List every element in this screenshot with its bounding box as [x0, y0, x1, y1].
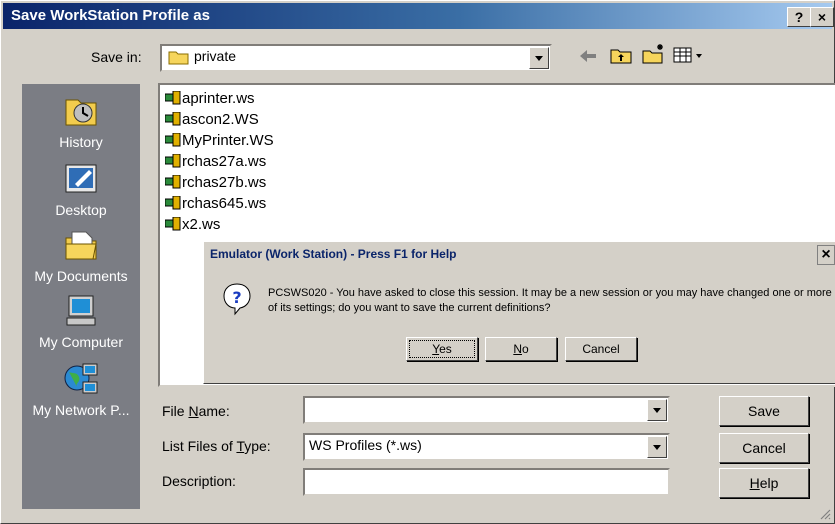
file-item[interactable]: rchas27a.ws: [164, 152, 266, 172]
dialog-message: PCSWS020 - You have asked to close this …: [268, 287, 832, 314]
view-menu-icon[interactable]: [673, 47, 707, 63]
save-button[interactable]: Save: [719, 396, 809, 426]
history-icon: [65, 99, 97, 126]
window-title: Save WorkStation Profile as: [11, 7, 210, 24]
file-item[interactable]: MyPrinter.WS: [164, 131, 274, 151]
question-icon: ?: [223, 283, 251, 316]
resize-grip-icon[interactable]: [819, 508, 831, 520]
description-field[interactable]: [303, 468, 670, 496]
ws-file-icon: [164, 111, 181, 126]
place-my-computer[interactable]: My Computer: [22, 294, 140, 350]
file-item[interactable]: aprinter.ws: [164, 89, 255, 109]
save-in-dropdown-button[interactable]: [529, 47, 549, 69]
save-profile-window: Save WorkStation Profile as ? × Save in:…: [0, 0, 835, 524]
title-bar: Save WorkStation Profile as ? ×: [3, 3, 834, 29]
dialog-title: Emulator (Work Station) - Press F1 for H…: [210, 247, 457, 261]
ws-file-icon: [164, 216, 181, 231]
my-network-places-icon: [64, 363, 98, 394]
dialog-close-button[interactable]: ×: [817, 245, 835, 265]
new-folder-icon[interactable]: [642, 44, 666, 64]
my-computer-icon: [66, 295, 96, 326]
place-label: My Documents: [34, 268, 128, 284]
back-icon[interactable]: [578, 48, 598, 64]
help-button[interactable]: Help: [719, 468, 809, 498]
dialog-yes-button[interactable]: Yes: [406, 337, 478, 361]
place-my-network[interactable]: My Network P...: [22, 362, 140, 418]
svg-text:?: ?: [232, 288, 241, 307]
desktop-icon: [65, 164, 97, 193]
place-label: My Network P...: [32, 402, 130, 418]
file-type-label: List Files of Type:: [162, 438, 271, 454]
ws-file-icon: [164, 174, 181, 189]
my-documents-icon: [65, 231, 97, 260]
file-type-value: WS Profiles (*.ws): [309, 437, 422, 453]
file-type-combo[interactable]: WS Profiles (*.ws): [303, 433, 670, 461]
place-label: History: [59, 134, 103, 150]
place-my-documents[interactable]: My Documents: [22, 228, 140, 284]
ws-file-icon: [164, 153, 181, 168]
help-title-button[interactable]: ?: [787, 7, 811, 27]
places-bar: History Desktop My Documents My Computer…: [22, 84, 140, 509]
file-name-combo[interactable]: [303, 396, 670, 424]
close-title-button[interactable]: ×: [810, 7, 834, 27]
dialog-title-bar: Emulator (Work Station) - Press F1 for H…: [206, 244, 835, 266]
dialog-no-button[interactable]: No: [485, 337, 557, 361]
save-in-label: Save in:: [91, 49, 142, 65]
file-item[interactable]: rchas645.ws: [164, 194, 266, 214]
ws-file-icon: [164, 132, 181, 147]
cancel-button[interactable]: Cancel: [719, 433, 809, 463]
save-in-combo[interactable]: private: [160, 44, 552, 72]
ws-file-icon: [164, 195, 181, 210]
save-in-value: private: [194, 48, 237, 64]
file-item[interactable]: ascon2.WS: [164, 110, 259, 130]
file-name-label: File Name:: [162, 403, 230, 419]
place-desktop[interactable]: Desktop: [22, 162, 140, 218]
ws-file-icon: [164, 90, 181, 105]
place-label: My Computer: [38, 334, 124, 350]
file-type-dropdown-button[interactable]: [647, 436, 667, 458]
file-item[interactable]: x2.ws: [164, 215, 220, 235]
place-label: Desktop: [55, 202, 107, 218]
description-label: Description:: [162, 473, 236, 489]
dialog-cancel-button[interactable]: Cancel: [565, 337, 637, 361]
up-folder-icon[interactable]: [610, 46, 632, 64]
place-history[interactable]: History: [22, 94, 140, 150]
file-name-dropdown-button[interactable]: [647, 399, 667, 421]
folder-icon: [168, 51, 189, 65]
file-item[interactable]: rchas27b.ws: [164, 173, 266, 193]
emulator-dialog: Emulator (Work Station) - Press F1 for H…: [203, 241, 835, 384]
